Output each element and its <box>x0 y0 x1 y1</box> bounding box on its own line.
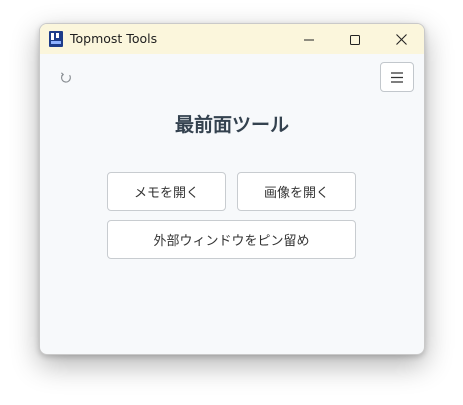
maximize-icon <box>350 30 360 49</box>
app-window: Topmost Tools 最前面ツール メモを開く 画像を開く 外部ウィンドウ… <box>39 23 425 355</box>
close-icon <box>395 30 407 49</box>
page-title: 最前面ツール <box>174 114 289 136</box>
pin-external-window-button[interactable]: 外部ウィンドウをピン留め <box>107 220 356 259</box>
hamburger-menu-icon <box>391 68 403 87</box>
close-button[interactable] <box>378 24 424 54</box>
refresh-icon[interactable] <box>57 69 75 87</box>
maximize-button[interactable] <box>332 24 378 54</box>
open-image-button[interactable]: 画像を開く <box>237 172 356 211</box>
menu-button[interactable] <box>380 62 414 92</box>
minimize-icon <box>304 30 314 49</box>
title-bar[interactable]: Topmost Tools <box>40 24 424 54</box>
minimize-button[interactable] <box>286 24 332 54</box>
window-title: Topmost Tools <box>70 31 158 46</box>
app-logo-icon <box>49 31 63 47</box>
open-memo-button[interactable]: メモを開く <box>107 172 226 211</box>
